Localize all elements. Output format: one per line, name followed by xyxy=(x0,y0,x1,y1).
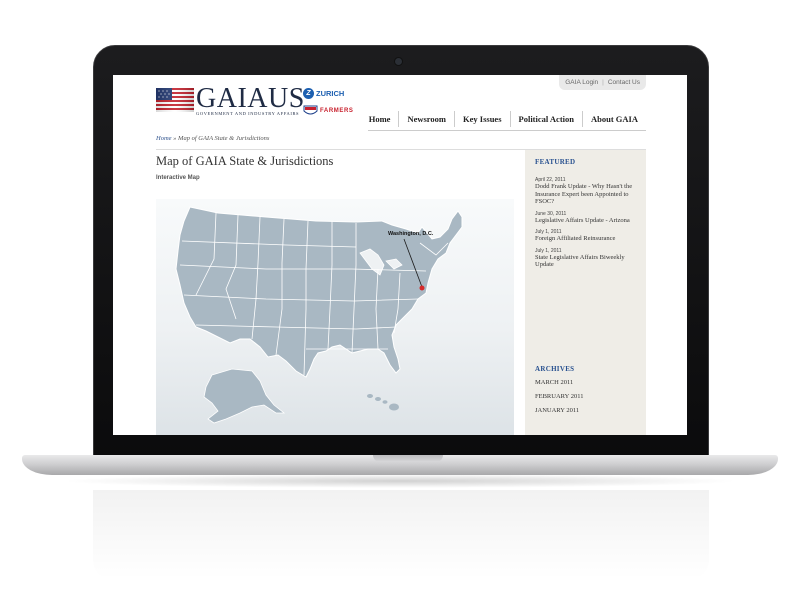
featured-item[interactable]: July 1, 2011 Foreign Affiliated Reinsura… xyxy=(535,229,643,243)
nav-political-action[interactable]: Political Action xyxy=(509,111,582,127)
nav-home[interactable]: Home xyxy=(361,111,399,127)
dc-marker-icon[interactable] xyxy=(419,285,425,291)
laptop-shadow xyxy=(60,474,740,488)
farmers-label: FARMERS xyxy=(320,107,354,114)
us-flag-icon xyxy=(156,88,194,112)
farmers-logo[interactable]: FARMERS xyxy=(303,105,354,116)
featured-title[interactable]: State Legislative Affairs Biweekly Updat… xyxy=(535,254,643,269)
interactive-map[interactable]: Washington, D.C. xyxy=(156,199,514,435)
featured-title[interactable]: Legislative Affairs Update - Arizona xyxy=(535,217,643,225)
website-screen: GAIA Login | Contact Us GAIAUS GOVERNMEN… xyxy=(113,75,687,435)
zurich-icon: Z xyxy=(303,88,314,99)
laptop-reflection xyxy=(93,490,709,580)
nav-divider xyxy=(368,130,646,131)
sidebar: FEATURED April 22, 2011 Dodd Frank Updat… xyxy=(525,150,646,435)
alaska-shape[interactable] xyxy=(203,368,286,424)
archive-link[interactable]: JANUARY 2011 xyxy=(535,407,583,414)
featured-title[interactable]: Foreign Affiliated Reinsurance xyxy=(535,235,643,243)
featured-item[interactable]: June 30, 2011 Legislative Affairs Update… xyxy=(535,211,643,225)
archive-link[interactable]: MARCH 2011 xyxy=(535,379,583,386)
featured-item[interactable]: July 1, 2011 State Legislative Affairs B… xyxy=(535,248,643,269)
breadcrumb-separator: » xyxy=(173,135,177,142)
camera-icon xyxy=(395,58,402,65)
partner-logos: Z ZURICH FARMERS xyxy=(303,88,354,116)
zurich-logo[interactable]: Z ZURICH xyxy=(303,88,354,99)
dc-marker-label: Washington, D.C. xyxy=(388,231,434,237)
nav-newsroom[interactable]: Newsroom xyxy=(398,111,454,127)
logo-tagline: Government and Industry Affairs xyxy=(196,111,300,116)
nav-about-gaia[interactable]: About GAIA xyxy=(582,111,646,127)
logo-wordmark: GAIAUS xyxy=(196,83,305,114)
contact-link[interactable]: Contact Us xyxy=(608,79,640,86)
breadcrumb-home[interactable]: Home xyxy=(156,135,172,142)
zurich-label: ZURICH xyxy=(316,89,345,98)
archives-heading: ARCHIVES xyxy=(535,365,575,373)
utility-links: GAIA Login | Contact Us xyxy=(559,75,646,90)
featured-item[interactable]: April 22, 2011 Dodd Frank Update - Why H… xyxy=(535,177,643,206)
archive-link[interactable]: FEBRUARY 2011 xyxy=(535,393,583,400)
map-subtitle: Interactive Map xyxy=(156,175,200,181)
breadcrumb: Home » Map of GAIA State & Jurisdictions xyxy=(156,135,269,142)
breadcrumb-current: Map of GAIA State & Jurisdictions xyxy=(178,135,270,142)
hawaii-shape[interactable] xyxy=(367,394,399,411)
farmers-shield-icon xyxy=(303,105,318,115)
site-logo[interactable]: GAIAUS Government and Industry Affairs xyxy=(156,83,305,116)
archives-list: MARCH 2011 FEBRUARY 2011 JANUARY 2011 xyxy=(535,379,583,421)
nav-key-issues[interactable]: Key Issues xyxy=(454,111,510,127)
featured-list: April 22, 2011 Dodd Frank Update - Why H… xyxy=(535,177,643,274)
featured-heading: FEATURED xyxy=(535,158,576,166)
laptop-base xyxy=(22,455,778,475)
laptop-base-notch xyxy=(373,455,443,462)
login-link[interactable]: GAIA Login xyxy=(565,79,598,86)
main-nav: Home Newsroom Key Issues Political Actio… xyxy=(361,111,646,127)
featured-title[interactable]: Dodd Frank Update - Why Hasn't the Insur… xyxy=(535,183,643,206)
page-title: Map of GAIA State & Jurisdictions xyxy=(156,154,334,168)
utility-separator: | xyxy=(602,79,604,86)
